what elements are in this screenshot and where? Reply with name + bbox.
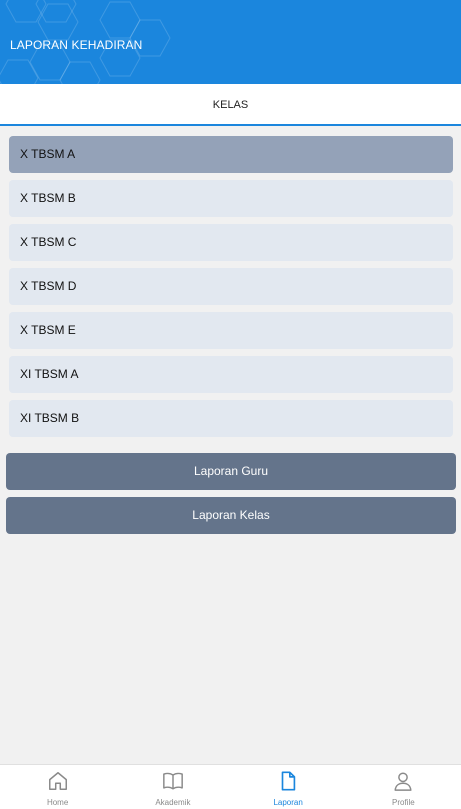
- book-icon: [162, 772, 183, 790]
- laporan-kelas-button[interactable]: Laporan Kelas: [6, 497, 456, 534]
- tab-kelas[interactable]: KELAS: [0, 84, 461, 124]
- user-icon: [394, 772, 412, 791]
- class-item-x-tbsm-b[interactable]: X TBSM B: [9, 180, 453, 217]
- nav-label-akademik: Akademik: [155, 798, 191, 807]
- class-item-xi-tbsm-b[interactable]: XI TBSM B: [9, 400, 453, 437]
- class-item-xi-tbsm-a[interactable]: XI TBSM A: [9, 356, 453, 393]
- app-header: LAPORAN KEHADIRAN: [0, 0, 461, 84]
- class-item-x-tbsm-e[interactable]: X TBSM E: [9, 312, 453, 349]
- class-list: X TBSM A X TBSM B X TBSM C X TBSM D X TB…: [9, 136, 453, 444]
- nav-item-laporan[interactable]: Laporan: [231, 765, 346, 809]
- class-item-x-tbsm-a[interactable]: X TBSM A: [9, 136, 453, 173]
- class-item-x-tbsm-c[interactable]: X TBSM C: [9, 224, 453, 261]
- nav-item-profile[interactable]: Profile: [346, 765, 461, 809]
- class-item-x-tbsm-d[interactable]: X TBSM D: [9, 268, 453, 305]
- nav-item-home[interactable]: Home: [0, 765, 115, 809]
- nav-label-profile: Profile: [392, 798, 415, 807]
- tab-bar: KELAS: [0, 84, 461, 126]
- nav-label-home: Home: [46, 798, 69, 807]
- nav-label-laporan: Laporan: [273, 798, 303, 807]
- document-icon: [281, 771, 296, 791]
- laporan-guru-button[interactable]: Laporan Guru: [6, 453, 456, 490]
- page-title: LAPORAN KEHADIRAN: [10, 38, 143, 52]
- home-icon: [48, 772, 67, 790]
- nav-item-akademik[interactable]: Akademik: [115, 765, 230, 809]
- bottom-navigation: Home Akademik Laporan Profile: [0, 764, 461, 809]
